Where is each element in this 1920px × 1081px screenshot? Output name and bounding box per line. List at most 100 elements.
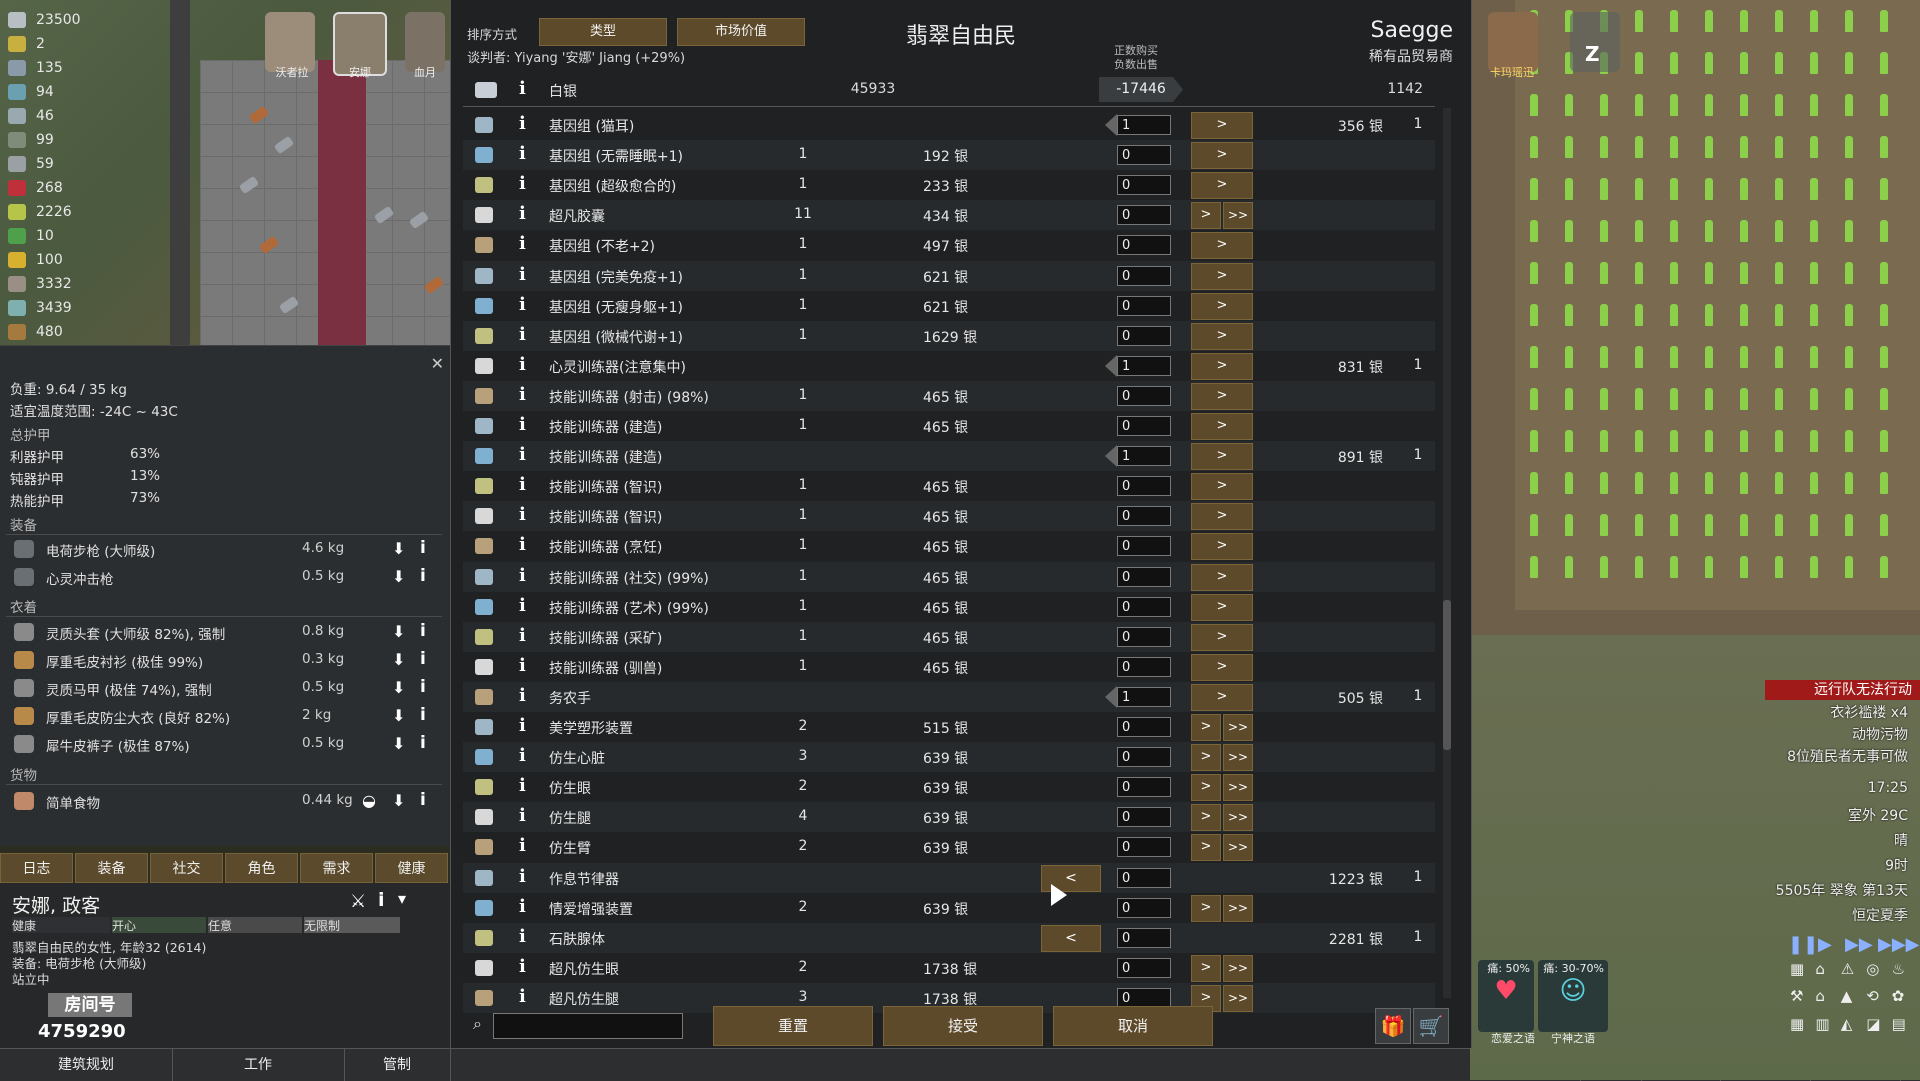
quantity-input[interactable]: 0: [1117, 566, 1171, 587]
info-icon[interactable]: i: [519, 233, 526, 254]
build-icon[interactable]: ⚒: [1790, 987, 1813, 1012]
transfer-right-button[interactable]: >: [1191, 653, 1253, 681]
gift-icon[interactable]: 🎁: [1375, 1008, 1411, 1044]
cancel-button[interactable]: 取消: [1053, 1006, 1213, 1046]
info-icon[interactable]: i: [420, 621, 426, 641]
draft-icon[interactable]: ⚔: [350, 891, 366, 912]
transfer-all-right-button[interactable]: >>: [1223, 894, 1253, 922]
info-icon[interactable]: i: [519, 655, 526, 676]
quantity-input[interactable]: 1: [1117, 355, 1171, 376]
resource-row[interactable]: 3332: [8, 273, 72, 295]
pause-icon[interactable]: ❚❚: [1788, 934, 1818, 955]
quantity-input[interactable]: 0: [1117, 656, 1171, 677]
auto-rebuild-icon[interactable]: ⟲: [1866, 987, 1889, 1012]
info-icon[interactable]: i: [519, 414, 526, 435]
quantity-input[interactable]: 0: [1117, 145, 1171, 166]
info-icon[interactable]: i: [519, 474, 526, 495]
transfer-right-button[interactable]: >: [1191, 202, 1221, 230]
transfer-right-button[interactable]: >: [1191, 443, 1253, 471]
tab-character[interactable]: 角色: [225, 853, 298, 883]
tab-health[interactable]: 健康: [375, 853, 448, 883]
quantity-input[interactable]: 0: [1117, 717, 1171, 737]
transfer-right-button[interactable]: >: [1191, 533, 1253, 561]
beauty-icon[interactable]: ⚠: [1841, 960, 1864, 985]
drop-icon[interactable]: ⬇: [392, 539, 405, 558]
transfer-right-button[interactable]: >: [1191, 382, 1253, 410]
info-icon[interactable]: i: [420, 538, 426, 558]
info-icon[interactable]: i: [519, 444, 526, 465]
tab-social[interactable]: 社交: [150, 853, 223, 883]
quantity-input[interactable]: 0: [1117, 476, 1171, 497]
fertility-icon[interactable]: ✿: [1892, 987, 1915, 1012]
drop-icon[interactable]: ⬇: [392, 622, 405, 641]
transfer-all-right-button[interactable]: >>: [1223, 774, 1253, 802]
info-icon[interactable]: i: [420, 705, 426, 725]
learning-icon[interactable]: ▲: [1841, 987, 1864, 1012]
stored-item[interactable]: [248, 105, 270, 125]
info-icon[interactable]: i: [519, 143, 526, 164]
apparel-row[interactable]: 灵质马甲 (极佳 74%), 强制 0.5 kg ⬇ i: [10, 676, 440, 700]
quantity-input[interactable]: 1: [1117, 686, 1171, 707]
transfer-right-button[interactable]: >: [1191, 292, 1253, 320]
resource-row[interactable]: 94: [8, 81, 54, 103]
trade-row[interactable]: i 超凡仿生眼 2 1738 银 0 > >>: [463, 953, 1435, 983]
silver-row[interactable]: i 白银 45933 -17446 1142: [463, 75, 1435, 105]
info-icon[interactable]: i: [519, 203, 526, 224]
info-icon[interactable]: i: [519, 835, 526, 856]
trade-row[interactable]: i 作息节律器 0 <1223 银 1: [463, 862, 1435, 893]
transfer-left-button[interactable]: <: [1041, 924, 1101, 952]
super-fast-icon[interactable]: ▶▶▶: [1878, 934, 1920, 955]
quantity-input[interactable]: 0: [1117, 987, 1171, 1008]
scroll-thumb[interactable]: [1443, 600, 1451, 750]
trade-row[interactable]: i 情爱增强装置 2 639 银 0 > >>: [463, 893, 1435, 923]
transfer-all-right-button[interactable]: >>: [1223, 984, 1253, 1012]
quantity-input[interactable]: 0: [1117, 235, 1171, 256]
info-icon[interactable]: i: [420, 566, 426, 586]
trade-row[interactable]: i 基因组 (超级愈合的) 1 233 银 0 >: [463, 170, 1435, 200]
search-input[interactable]: [493, 1013, 683, 1039]
trade-row[interactable]: i 技能训练器 (驯兽) 1 465 银 0 >: [463, 652, 1435, 682]
apparel-row[interactable]: 灵质头套 (大师级 82%), 强制 0.8 kg ⬇ i: [10, 620, 440, 644]
resource-row[interactable]: 2226: [8, 201, 72, 223]
trade-row[interactable]: i 技能训练器 (烹饪) 1 465 银 0 >: [463, 531, 1435, 561]
accept-button[interactable]: 接受: [883, 1006, 1043, 1046]
transfer-right-button[interactable]: >: [1191, 563, 1253, 591]
trade-row[interactable]: i 基因组 (不老+2) 1 497 银 0 >: [463, 230, 1435, 260]
resource-row[interactable]: 10: [8, 225, 54, 247]
scrollbar[interactable]: [1443, 108, 1451, 998]
quantity-input[interactable]: 0: [1117, 867, 1171, 888]
trade-row[interactable]: i 基因组 (无瘦身躯+1) 1 621 银 0 >: [463, 291, 1435, 321]
alert-caravan[interactable]: 远行队无法行动: [1765, 680, 1920, 700]
resource-row[interactable]: 23500: [8, 9, 81, 31]
resource-row[interactable]: 480: [8, 321, 63, 343]
transfer-right-button[interactable]: >: [1191, 473, 1253, 501]
info-icon[interactable]: i: [519, 173, 526, 194]
quantity-input[interactable]: 0: [1117, 536, 1171, 557]
roof-icon[interactable]: ⌂: [1815, 960, 1838, 985]
stored-item[interactable]: [423, 275, 445, 295]
info-icon[interactable]: i: [519, 625, 526, 646]
info-icon[interactable]: i: [378, 889, 385, 911]
plan-icon[interactable]: ◪: [1866, 1015, 1889, 1040]
restrict-button[interactable]: 管制: [344, 1049, 451, 1081]
resource-row[interactable]: 59: [8, 153, 54, 175]
info-icon[interactable]: i: [519, 896, 526, 917]
info-icon[interactable]: i: [519, 534, 526, 555]
transfer-all-right-button[interactable]: >>: [1223, 804, 1253, 832]
trade-row[interactable]: i 技能训练器 (智识) 1 465 银 0 >: [463, 501, 1435, 532]
info-icon[interactable]: i: [519, 294, 526, 315]
trade-row[interactable]: i 务农手 1 >505 银 1: [463, 681, 1435, 712]
transfer-right-button[interactable]: >: [1191, 623, 1253, 651]
info-icon[interactable]: i: [519, 685, 526, 706]
tab-gear[interactable]: 装备: [75, 853, 148, 883]
trade-row[interactable]: i 技能训练器 (建造) 1 465 银 0 >: [463, 411, 1435, 441]
apparel-row[interactable]: 厚重毛皮衬衫 (极佳 99%) 0.3 kg ⬇ i: [10, 648, 440, 672]
pawn-portrait[interactable]: [1488, 12, 1538, 72]
quantity-input[interactable]: 0: [1117, 626, 1171, 647]
info-icon[interactable]: i: [420, 733, 426, 753]
transfer-all-right-button[interactable]: >>: [1223, 744, 1253, 772]
restriction-status[interactable]: 无限制: [304, 917, 400, 933]
stored-item[interactable]: [408, 210, 430, 230]
reset-button[interactable]: 重置: [713, 1006, 873, 1046]
camera-icon[interactable]: ◎: [1866, 960, 1889, 985]
